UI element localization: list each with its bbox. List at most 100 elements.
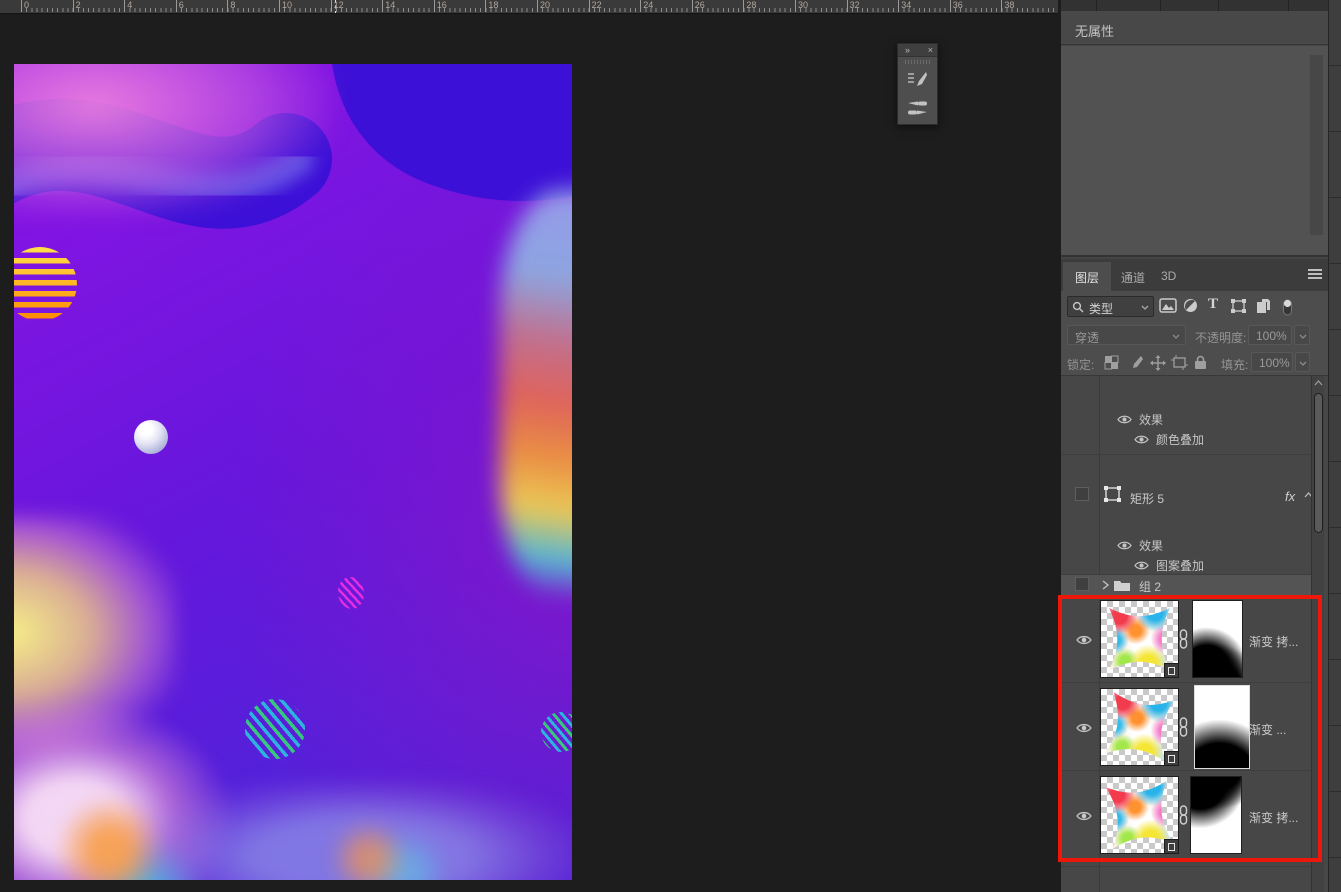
mask-link-icon[interactable]: [1179, 717, 1188, 737]
expand-group-chevron-icon[interactable]: [1102, 580, 1109, 590]
chevron-down-icon: [1299, 334, 1307, 339]
properties-scrollbar[interactable]: [1310, 55, 1323, 235]
chevron-down-icon: [1172, 334, 1180, 339]
panel-grip[interactable]: [905, 60, 930, 64]
fx-badge[interactable]: fx: [1285, 489, 1295, 504]
mask-link-icon[interactable]: [1179, 629, 1188, 649]
blend-mode-row: 穿透 不透明度: 100%: [1061, 322, 1328, 349]
tab-layers[interactable]: 图层: [1063, 262, 1112, 291]
tool-presets-button[interactable]: [903, 95, 932, 120]
smart-object-badge-icon: [1164, 839, 1179, 854]
eye-icon[interactable]: [1076, 810, 1092, 822]
fill-input[interactable]: 100%: [1251, 352, 1293, 372]
smart-object-badge-icon: [1164, 751, 1179, 766]
mask-link-icon[interactable]: [1179, 805, 1188, 825]
eye-icon[interactable]: [1076, 634, 1092, 646]
filter-smart-object-icon[interactable]: [1256, 298, 1271, 314]
fill-dropdown[interactable]: [1295, 352, 1310, 372]
eye-icon[interactable]: [1134, 434, 1149, 445]
opacity-value: 100%: [1256, 329, 1287, 343]
layers-scrollbar[interactable]: [1311, 376, 1324, 892]
properties-panel-body: [1061, 46, 1328, 257]
fill-value: 100%: [1259, 356, 1290, 370]
lock-all-padlock-icon[interactable]: [1194, 355, 1207, 370]
layer-mask-thumbnail-selected[interactable]: [1194, 685, 1250, 769]
color-overlay-label: 颜色叠加: [1156, 433, 1205, 447]
horizontal-ruler[interactable]: 0 2 4 6 8 10 12 14 16 18 20 22 24 26 28 30 32 34 36 38: [0, 0, 1058, 14]
scrollbar-thumb[interactable]: [1314, 393, 1323, 533]
layer-row-group2[interactable]: 组 2: [1061, 575, 1311, 595]
collapse-panel-icon[interactable]: »: [905, 45, 910, 55]
scroll-up-arrow-icon[interactable]: [1314, 380, 1323, 386]
lock-label: 锁定:: [1067, 358, 1095, 372]
layer-row-gradient-copy-2[interactable]: 渐变 拷...: [1061, 772, 1311, 859]
lock-transparency-icon[interactable]: [1104, 355, 1119, 370]
chevron-down-icon: [1299, 361, 1307, 366]
floating-brush-panel: » ×: [897, 43, 938, 125]
eye-icon[interactable]: [1076, 722, 1092, 734]
filter-text-icon[interactable]: T: [1208, 296, 1218, 313]
layer-row-rect5[interactable]: 矩形 5 fx: [1061, 455, 1313, 533]
lock-pixels-brush-icon[interactable]: [1128, 355, 1143, 370]
panel-menu-icon[interactable]: [1308, 269, 1322, 280]
filter-pin-toggle-icon[interactable]: [1282, 298, 1293, 316]
effects-row[interactable]: 效果: [1061, 409, 1311, 429]
right-dock: 无属性 图层 通道 3D 类型 T 穿透 不透明度: 100% 锁定: 填充: …: [1061, 0, 1328, 892]
effects-row[interactable]: 效果: [1061, 535, 1311, 555]
folder-icon: [1114, 581, 1130, 591]
filter-adjustment-icon[interactable]: [1183, 298, 1198, 313]
layer-thumbnail[interactable]: [1100, 600, 1179, 678]
shape-layer-icon: [1104, 486, 1121, 502]
filter-type-label: 类型: [1089, 302, 1114, 316]
search-icon: [1072, 301, 1084, 313]
effects-label: 效果: [1139, 539, 1164, 553]
eye-icon[interactable]: [1117, 540, 1132, 551]
filter-type-select[interactable]: 类型: [1067, 296, 1154, 317]
eye-icon[interactable]: [1134, 560, 1149, 571]
lock-row: 锁定: 填充: 100%: [1061, 349, 1328, 376]
layers-list: 效果 颜色叠加 矩形 5 fx 效果 图案叠加 组 2 渐变 拷... 渐变 .…: [1061, 376, 1328, 892]
properties-title: 无属性: [1075, 24, 1115, 39]
layer-thumbnail[interactable]: [1100, 776, 1179, 854]
visibility-checkbox[interactable]: [1075, 577, 1089, 591]
layer-row-gradient-copy-1[interactable]: 渐变 拷...: [1061, 596, 1311, 683]
white-sphere: [134, 420, 168, 454]
pink-gradient-blob: [14, 64, 334, 217]
effect-item-row[interactable]: 颜色叠加: [1061, 429, 1311, 449]
layer-mask-thumbnail[interactable]: [1190, 776, 1242, 854]
brush-settings-button[interactable]: [903, 67, 932, 92]
pattern-overlay-label: 图案叠加: [1156, 559, 1205, 573]
blend-mode-value: 穿透: [1075, 331, 1100, 345]
lock-artboard-icon[interactable]: [1171, 355, 1188, 370]
layer-mask-thumbnail[interactable]: [1192, 600, 1243, 678]
filter-shape-icon[interactable]: [1230, 298, 1247, 314]
layers-tab-bar: 图层 通道 3D: [1061, 259, 1328, 291]
layer-thumbnail[interactable]: [1100, 688, 1179, 766]
filter-image-icon[interactable]: [1159, 298, 1177, 313]
visibility-checkbox[interactable]: [1075, 487, 1089, 501]
brush-settings-icon: [908, 71, 927, 86]
opacity-label: 不透明度:: [1195, 331, 1247, 345]
photoshop-window: 0 2 4 6 8 10 12 14 16 18 20 22 24 26 28 30 32 34 36 38 » ×: [0, 0, 1341, 892]
tab-3d[interactable]: 3D: [1149, 262, 1188, 291]
layer-name: 渐变 拷...: [1249, 635, 1299, 649]
bottom-soft-blob: [142, 782, 572, 880]
eye-icon[interactable]: [1117, 414, 1132, 425]
layer-row-gradient-2[interactable]: 渐变 ...: [1061, 684, 1311, 771]
layer-name: 渐变 ...: [1249, 723, 1287, 737]
floating-panel-header[interactable]: » ×: [898, 44, 937, 57]
blend-mode-select[interactable]: 穿透: [1067, 325, 1186, 345]
lock-position-move-icon[interactable]: [1150, 355, 1166, 371]
layer-filter-row: 类型 T: [1061, 291, 1328, 322]
collapsed-dock-strip[interactable]: [1328, 0, 1341, 892]
document-canvas[interactable]: [14, 64, 572, 880]
collapsed-tab-strip[interactable]: [1061, 0, 1328, 11]
fill-label: 填充:: [1221, 358, 1249, 372]
rainbow-edge-blob: [500, 190, 572, 594]
opacity-input[interactable]: 100%: [1248, 325, 1292, 345]
effect-item-row[interactable]: 图案叠加: [1061, 555, 1311, 575]
properties-panel-header: 无属性: [1061, 11, 1328, 45]
close-panel-icon[interactable]: ×: [928, 45, 933, 55]
opacity-dropdown[interactable]: [1294, 325, 1310, 345]
striped-teal-circle: [245, 699, 305, 759]
